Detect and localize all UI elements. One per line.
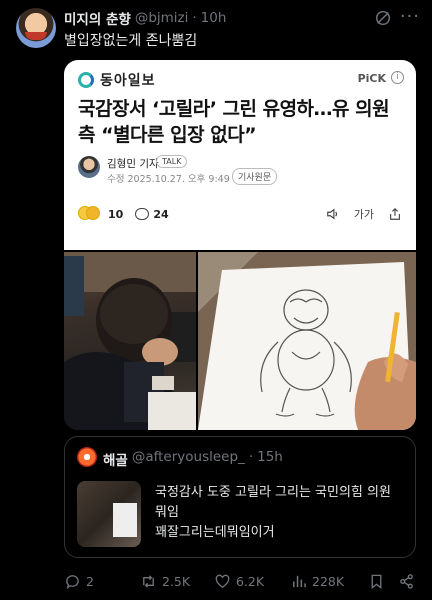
share-icon — [400, 573, 413, 589]
gorilla-drawing-illustration — [198, 252, 416, 430]
quote-separator: · — [248, 449, 254, 465]
author-handle[interactable]: @bjmizi — [135, 10, 189, 26]
view-count: 228K — [312, 573, 345, 589]
quote-text: 국정감사 도중 고릴라 그리는 국민의힘 의원 뭐임 꽤잘그리는데뭐임이거 — [155, 483, 391, 543]
headline-line-1: 국감장서 ‘고릴라’ 그린 유영하…유 의원 — [78, 98, 390, 120]
reaction-row: 10 24 — [78, 206, 169, 222]
speaker-icon — [326, 208, 337, 220]
retweet-icon — [143, 574, 154, 588]
tweet-header: 미지의 춘향 @bjmizi · 10h — [64, 8, 420, 28]
font-size-tool: 가가 — [353, 208, 374, 221]
reporter-avatar — [78, 156, 100, 178]
photo-lawmaker[interactable] — [64, 252, 196, 430]
views-button[interactable]: 228K — [290, 570, 344, 592]
original-article-badge: 기사원문 — [232, 168, 278, 185]
lawmaker-illustration — [64, 252, 196, 430]
heart-icon — [215, 574, 230, 588]
reaction-emoji-icon — [78, 206, 104, 222]
share-icon — [390, 207, 400, 220]
info-icon[interactable]: i — [391, 71, 404, 84]
talk-badge: TALK — [156, 155, 188, 168]
reply-icon — [66, 574, 79, 589]
news-card[interactable]: 동아일보 PiCK i 국감장서 ‘고릴라’ 그린 유영하…유 의원 측 “별다… — [64, 60, 416, 250]
author-avatar[interactable] — [16, 8, 56, 48]
tweet-text: 별입장없는게 존나뿜김 — [64, 33, 198, 49]
news-headline: 국감장서 ‘고릴라’ 그린 유영하…유 의원 측 “별다른 입장 없다” — [78, 96, 408, 148]
pick-label: PiCK — [357, 72, 386, 85]
quote-time[interactable]: 15h — [257, 449, 283, 469]
photo-gorilla-drawing[interactable] — [198, 252, 416, 430]
quote-author-avatar[interactable] — [77, 447, 97, 467]
tweet-time[interactable]: 10h — [201, 10, 227, 26]
news-brand: 동아일보 — [78, 70, 156, 90]
slash-circle-icon[interactable] — [374, 9, 392, 27]
quote-author-name[interactable]: 해골 — [103, 449, 128, 469]
comment-icon — [135, 208, 150, 220]
headline-line-2: 측 “별다른 입장 없다” — [78, 124, 257, 146]
brand-name: 동아일보 — [100, 73, 156, 89]
quote-header: 해골 @afteryousleep_ · 15h — [103, 449, 283, 469]
share-button[interactable] — [398, 570, 415, 592]
quote-line-2: 뭐임 — [155, 505, 179, 520]
separator-dot: · — [192, 10, 197, 26]
comment-count: 24 — [153, 207, 169, 221]
retweet-button[interactable]: 2.5K — [140, 570, 190, 592]
quote-line-3: 꽤잘그리는데뭐임이거 — [155, 525, 275, 540]
more-dots-icon[interactable]: ··· — [400, 6, 420, 27]
quote-line-1: 국정감사 도중 고릴라 그리는 국민의힘 의원 — [155, 485, 391, 500]
quote-author-handle[interactable]: @afteryousleep_ — [132, 449, 245, 469]
brand-logo-icon — [78, 72, 94, 88]
author-name[interactable]: 미지의 춘향 — [64, 8, 131, 28]
bookmark-icon — [371, 574, 382, 589]
reaction-count: 10 — [108, 207, 124, 221]
article-date: 수정 2025.10.27. 오후 9:49 — [107, 174, 230, 185]
bookmark-button[interactable] — [368, 570, 385, 592]
like-count: 6.2K — [236, 573, 265, 589]
action-bar: 2 2.5K 6.2K 228K — [64, 570, 416, 592]
reply-count: 2 — [86, 573, 94, 589]
quote-thumbnail[interactable] — [77, 481, 141, 547]
quoted-tweet[interactable]: 해골 @afteryousleep_ · 15h 국정감사 도중 고릴라 그리는… — [64, 436, 416, 558]
card-tools: 가가 — [326, 206, 402, 222]
views-chart-icon — [293, 575, 306, 587]
reporter-name: 김형민 기자 — [107, 158, 159, 170]
retweet-count: 2.5K — [162, 573, 191, 589]
like-button[interactable]: 6.2K — [214, 570, 264, 592]
reply-button[interactable]: 2 — [64, 570, 94, 592]
